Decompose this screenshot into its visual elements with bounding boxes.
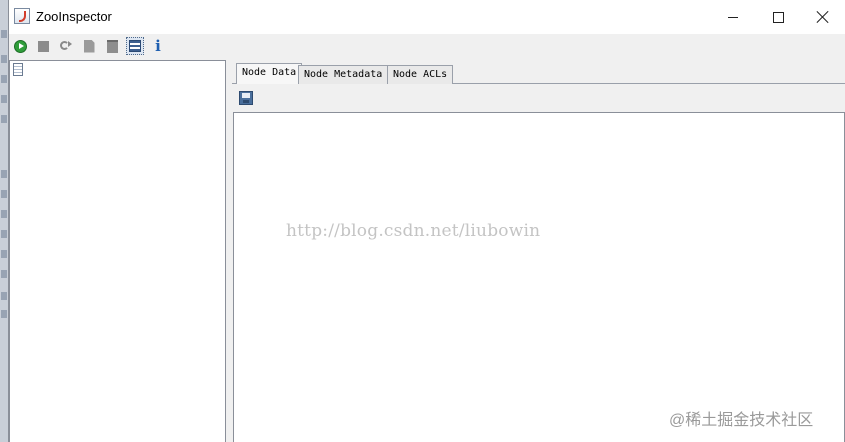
save-icon[interactable]	[239, 91, 253, 105]
tab-node-metadata[interactable]: Node Metadata	[298, 65, 389, 84]
tree-root-document-icon[interactable]	[13, 63, 23, 76]
title-bar: ZooInspector	[9, 0, 845, 34]
minimize-button[interactable]	[710, 0, 756, 34]
maximize-button[interactable]	[755, 0, 801, 34]
delete-node-icon	[106, 39, 118, 53]
tab-node-acls[interactable]: Node ACLs	[387, 65, 454, 84]
java-app-icon	[14, 8, 30, 24]
main-toolbar: i	[9, 35, 845, 57]
close-button[interactable]	[800, 0, 845, 34]
disconnect-button[interactable]	[34, 37, 52, 55]
node-data-toolbar	[232, 84, 845, 112]
delete-node-button[interactable]	[103, 37, 121, 55]
refresh-icon	[59, 40, 73, 52]
refresh-button[interactable]	[57, 37, 75, 55]
node-tabs: Node Data Node Metadata Node ACLs	[232, 63, 845, 84]
connect-button[interactable]	[11, 37, 29, 55]
settings-button[interactable]	[126, 37, 144, 55]
community-watermark: @稀土掘金技术社区	[669, 412, 814, 429]
minimize-icon	[728, 16, 738, 18]
connect-icon	[13, 39, 27, 53]
url-watermark: http://blog.csdn.net/liubowin	[286, 221, 541, 241]
add-node-icon	[83, 39, 95, 53]
node-tree-panel[interactable]	[9, 60, 226, 442]
node-data-editor[interactable]	[233, 112, 845, 442]
maximize-icon	[772, 11, 784, 23]
info-icon: i	[155, 36, 161, 55]
node-viewer-panel: Node Data Node Metadata Node ACLs	[232, 60, 845, 442]
background-desktop-strip	[0, 0, 8, 442]
add-node-button[interactable]	[80, 37, 98, 55]
settings-icon	[129, 40, 141, 52]
close-icon	[817, 11, 829, 23]
stop-icon	[37, 40, 49, 52]
about-button[interactable]: i	[149, 37, 167, 55]
tab-node-data[interactable]: Node Data	[236, 63, 303, 84]
window-title: ZooInspector	[36, 9, 112, 24]
